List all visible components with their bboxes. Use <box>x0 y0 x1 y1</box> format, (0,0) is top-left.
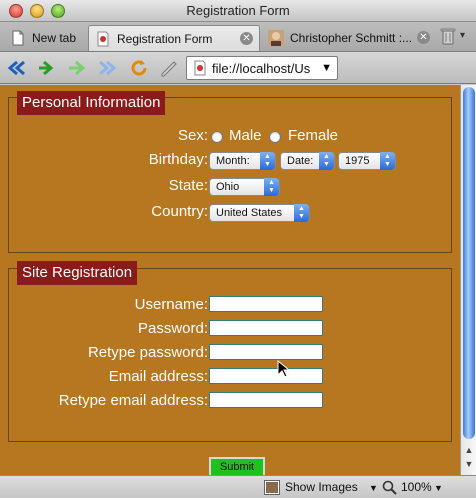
trash-icon[interactable] <box>440 27 456 45</box>
email-label: Email address: <box>108 368 208 385</box>
male-label: Male <box>229 127 262 144</box>
document-icon <box>12 30 24 46</box>
address-bar[interactable]: ▼ <box>186 56 338 80</box>
retype-email-field[interactable] <box>209 392 323 408</box>
select-arrows-icon: ▲ ▼ <box>319 152 334 170</box>
month-select[interactable]: Month: ▲ ▼ <box>209 152 276 170</box>
birthday-label: Birthday: <box>148 151 208 168</box>
tab-registration-form[interactable]: Registration Form ✕ <box>88 25 260 51</box>
female-radio[interactable] <box>269 131 281 143</box>
select-arrows-icon: ▲ ▼ <box>264 178 279 196</box>
back-icon[interactable] <box>6 58 28 78</box>
select-arrows-icon: ▲ ▼ <box>380 152 395 170</box>
tab-label: Registration Form <box>117 31 213 46</box>
edit-icon[interactable] <box>158 58 180 78</box>
password-label: Password: <box>137 320 208 337</box>
avatar-icon <box>268 30 284 46</box>
sex-label: Sex: <box>177 127 208 144</box>
tab-label: New tab <box>32 31 77 45</box>
country-label: Country: <box>151 203 208 220</box>
retype-password-label: Retype password: <box>87 344 208 361</box>
window-titlebar: Registration Form <box>0 0 476 22</box>
female-label: Female <box>288 127 339 144</box>
country-value: United States <box>216 207 283 219</box>
state-value: Ohio <box>216 181 240 193</box>
vertical-scrollbar[interactable]: ▲ ▼ <box>460 85 476 475</box>
tab-new[interactable]: New tab <box>4 25 86 51</box>
zoom-level[interactable]: 100% <box>401 480 432 494</box>
chevron-down-icon[interactable]: ▾ <box>460 30 465 41</box>
mouse-cursor-icon <box>277 360 289 378</box>
personal-information-fieldset <box>8 97 452 253</box>
tab-bar: New tab Registration Form ✕ Christopher … <box>0 22 476 52</box>
password-field[interactable] <box>209 320 323 336</box>
retype-email-label: Retype email address: <box>58 392 208 409</box>
male-radio[interactable] <box>211 131 223 143</box>
date-value: Date: <box>287 155 314 167</box>
show-images-toggle[interactable]: Show Images <box>285 480 358 494</box>
status-bar: Show Images ▼ 100% ▼ <box>0 475 476 498</box>
zoom-icon <box>382 480 397 495</box>
tab-label: Christopher Schmitt :... <box>290 31 413 45</box>
navigation-toolbar: ▼ <box>0 52 476 84</box>
email-field[interactable] <box>209 368 323 384</box>
select-arrows-icon: ▲ ▼ <box>294 204 309 222</box>
forward-icon[interactable] <box>36 58 58 78</box>
scroll-down-icon[interactable]: ▼ <box>462 459 476 473</box>
tab-christopher-schmitt[interactable]: Christopher Schmitt :... ✕ <box>262 25 436 51</box>
site-registration-legend: Site Registration <box>17 261 138 285</box>
forward-icon[interactable] <box>66 58 88 78</box>
scroll-thumb[interactable] <box>463 87 475 439</box>
image-icon <box>264 480 280 495</box>
fast-forward-icon[interactable] <box>96 58 118 78</box>
username-field[interactable] <box>209 296 323 312</box>
window-title: Registration Form <box>186 3 290 18</box>
submit-button[interactable]: Submit <box>209 457 265 475</box>
date-select[interactable]: Date: ▲ ▼ <box>280 152 335 170</box>
file-icon <box>194 60 206 76</box>
retype-password-field[interactable] <box>209 344 323 360</box>
select-arrows-icon: ▲ ▼ <box>260 152 275 170</box>
year-select[interactable]: 1975 ▲ ▼ <box>338 152 396 170</box>
chevron-down-icon[interactable]: ▼ <box>434 483 443 493</box>
page-content: Personal Information Sex: Male Female Bi… <box>0 85 460 475</box>
close-tab-icon[interactable]: ✕ <box>417 31 430 44</box>
state-label: State: <box>168 177 208 194</box>
scroll-up-icon[interactable]: ▲ <box>462 445 476 459</box>
file-icon <box>97 31 109 46</box>
reload-icon[interactable] <box>128 58 150 78</box>
year-value: 1975 <box>345 155 370 167</box>
country-select[interactable]: United States ▲ ▼ <box>209 204 310 222</box>
state-select[interactable]: Ohio ▲ ▼ <box>209 178 280 196</box>
username-label: Username: <box>134 296 208 313</box>
close-tab-icon[interactable]: ✕ <box>240 32 253 45</box>
month-value: Month: <box>216 155 250 167</box>
personal-information-legend: Personal Information <box>17 91 166 115</box>
chevron-down-icon[interactable]: ▼ <box>369 483 378 493</box>
chevron-down-icon[interactable]: ▼ <box>321 62 332 74</box>
url-input[interactable] <box>212 60 322 76</box>
